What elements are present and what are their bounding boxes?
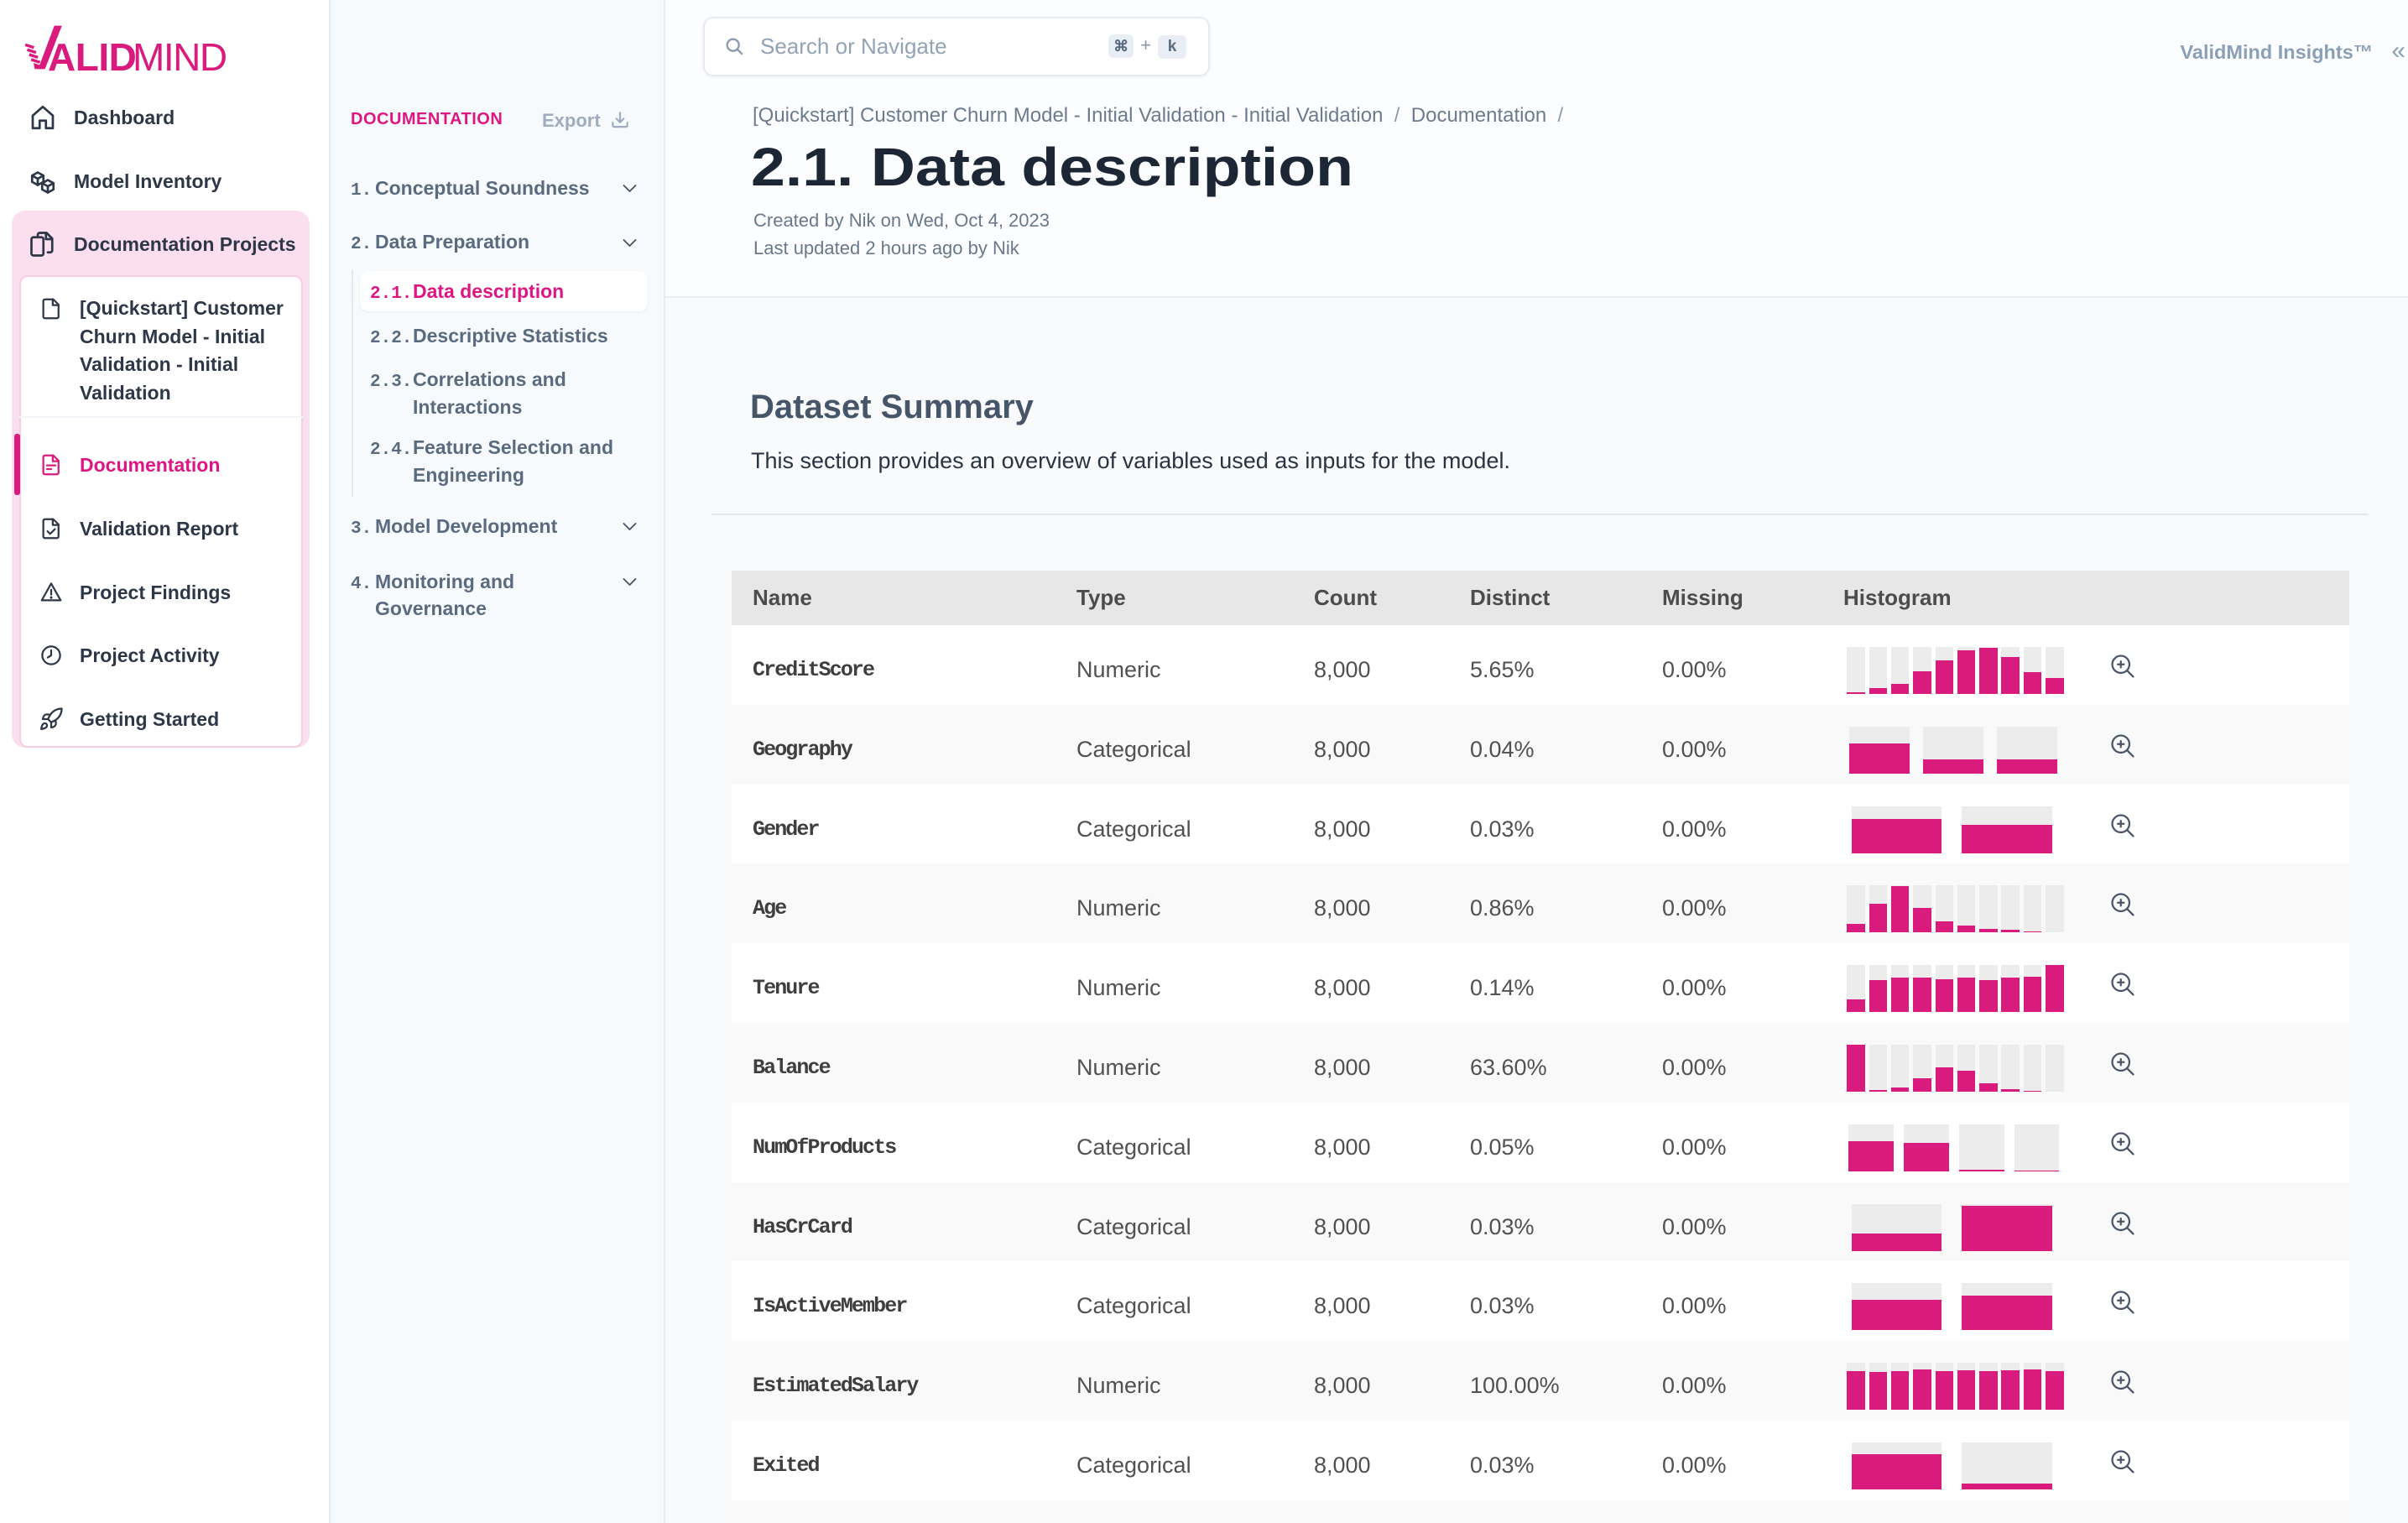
svg-text:MIND: MIND xyxy=(133,35,227,76)
svg-text:ALID: ALID xyxy=(48,35,136,76)
